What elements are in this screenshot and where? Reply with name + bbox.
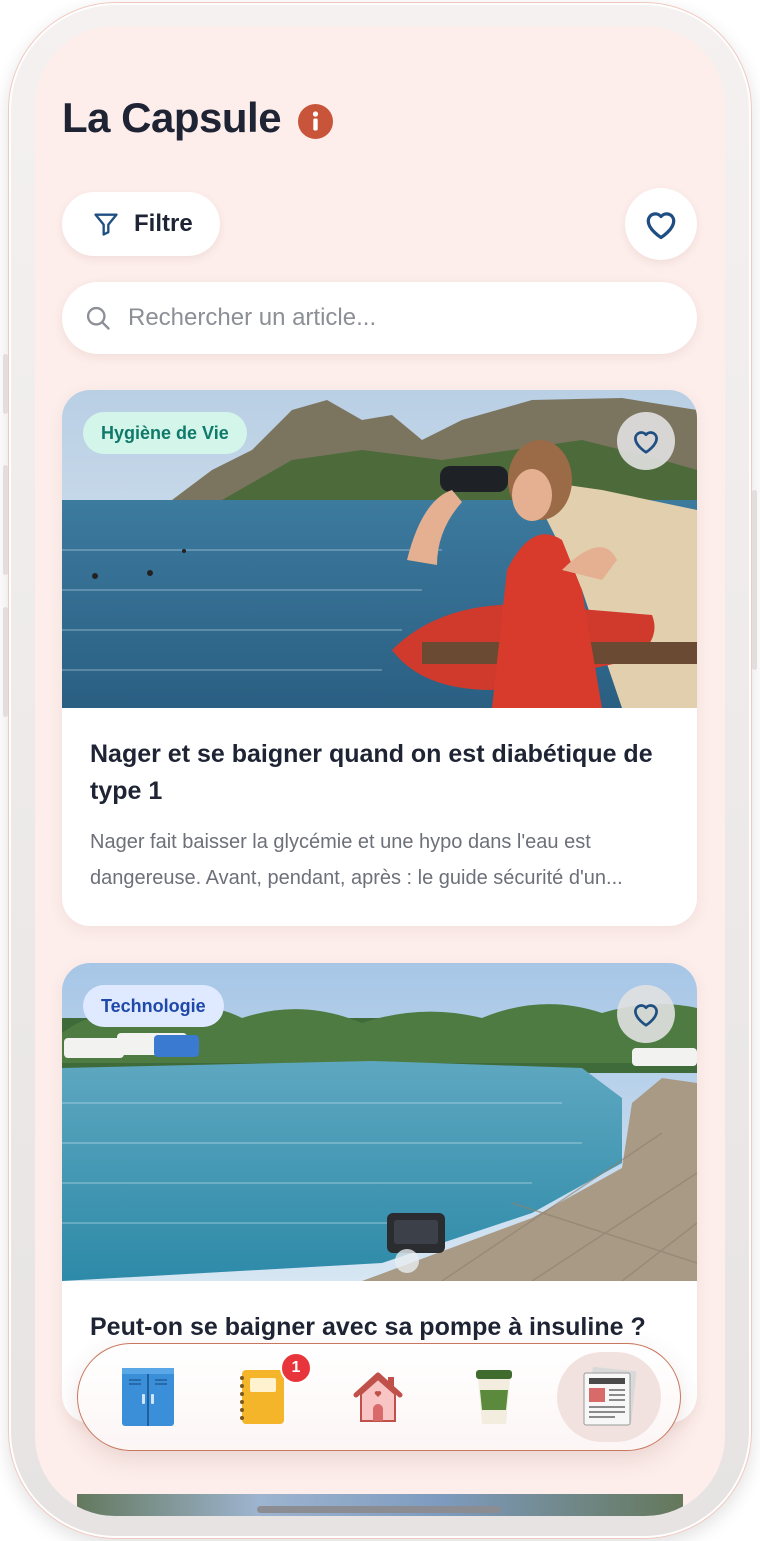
side-button (752, 490, 757, 670)
newspaper-icon (583, 1367, 637, 1426)
article-body: Nager et se baigner quand on est diabéti… (62, 708, 697, 926)
card-favorite-button[interactable] (617, 985, 675, 1043)
search-icon (86, 306, 110, 330)
heart-outline-icon (646, 212, 676, 240)
search-bar[interactable] (62, 282, 697, 354)
bottom-tab-bar: 1 (77, 1343, 681, 1451)
locker-icon (122, 1368, 174, 1426)
notification-badge: 1 (280, 1352, 312, 1384)
home-indicator[interactable] (257, 1506, 501, 1513)
article-image: Hygiène de Vie (62, 390, 697, 708)
heart-outline-icon (634, 431, 658, 454)
card-favorite-button[interactable] (617, 412, 675, 470)
search-input[interactable] (126, 303, 646, 333)
article-image: Technologie (62, 963, 697, 1281)
side-button (3, 354, 8, 414)
article-card[interactable]: Hygiène de Vie Nager et se baigner quand… (62, 390, 697, 926)
house-icon (353, 1372, 403, 1422)
heart-outline-icon (634, 1004, 658, 1027)
category-badge: Technologie (83, 985, 224, 1027)
notebook-icon (240, 1370, 284, 1424)
app-screen: La Capsule Filtre Rechercher un article.… (35, 26, 725, 1516)
side-button (3, 465, 8, 575)
filter-label: Filtre (134, 210, 193, 237)
filter-button[interactable]: Filtre (62, 192, 220, 256)
tab-home[interactable] (326, 1352, 430, 1442)
article-title: Peut-on se baigner avec sa pompe à insul… (90, 1313, 646, 1341)
article-title: Nager et se baigner quand on est diabéti… (90, 740, 653, 805)
side-button (3, 607, 8, 717)
page-title: La Capsule (62, 94, 282, 141)
category-badge: Hygiène de Vie (83, 412, 247, 454)
info-circle-icon[interactable] (298, 104, 333, 139)
tab-coffee[interactable] (442, 1352, 546, 1442)
tab-news[interactable] (557, 1352, 661, 1442)
coffee-cup-icon (476, 1370, 512, 1424)
favorites-button[interactable] (625, 188, 697, 260)
article-excerpt: Nager fait baisser la glycémie et une hy… (90, 831, 623, 889)
funnel-icon (94, 213, 118, 236)
tab-locker[interactable] (96, 1352, 200, 1442)
